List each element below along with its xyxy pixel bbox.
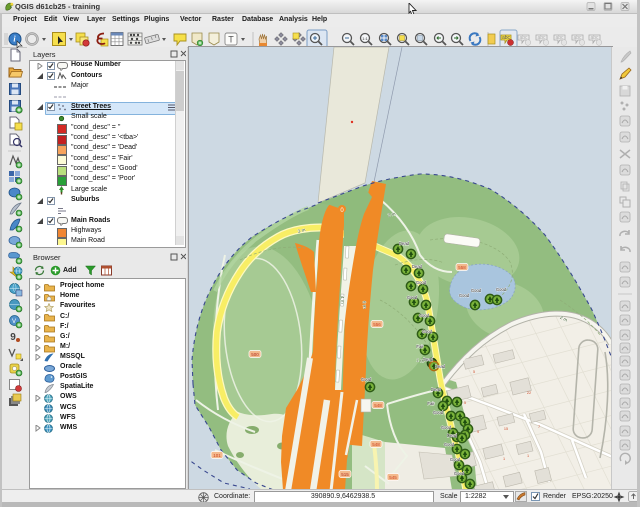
svg-text:548: 548 bbox=[374, 403, 382, 408]
svg-text:Fair: Fair bbox=[427, 401, 435, 406]
svg-text:Good: Good bbox=[441, 425, 452, 430]
svg-text:1: 1 bbox=[527, 454, 529, 458]
svg-text:Good: Good bbox=[419, 313, 430, 318]
svg-text:Good: Good bbox=[361, 377, 372, 382]
svg-text:556: 556 bbox=[373, 322, 381, 327]
svg-text:7: 7 bbox=[538, 425, 540, 429]
svg-text:Good: Good bbox=[422, 329, 433, 334]
svg-text:Good: Good bbox=[416, 280, 427, 285]
svg-text:548: 548 bbox=[372, 442, 380, 447]
svg-text:9: 9 bbox=[477, 430, 479, 434]
svg-text:T: T bbox=[228, 35, 234, 45]
svg-text:Good: Good bbox=[450, 457, 461, 462]
svg-text:Good: Good bbox=[444, 442, 455, 447]
svg-text:500: 500 bbox=[251, 352, 259, 357]
svg-text:4 m: 4 m bbox=[340, 296, 345, 304]
svg-text:558: 558 bbox=[458, 265, 466, 270]
svg-text:Good: Good bbox=[454, 471, 465, 476]
svg-text:Good: Good bbox=[471, 288, 482, 293]
svg-text:1: 1 bbox=[503, 457, 505, 461]
svg-text:V: V bbox=[12, 319, 16, 325]
svg-text:6 m: 6 m bbox=[362, 301, 368, 309]
svg-text:Dead: Dead bbox=[447, 433, 458, 438]
svg-text:515: 515 bbox=[341, 472, 349, 477]
svg-text:101: 101 bbox=[213, 453, 221, 458]
svg-text:1:1: 1:1 bbox=[362, 36, 368, 41]
svg-text:Good: Good bbox=[496, 287, 507, 292]
svg-text:15: 15 bbox=[504, 427, 508, 431]
svg-text:5: 5 bbox=[473, 370, 475, 374]
svg-text:9: 9 bbox=[10, 332, 16, 343]
svg-text:Fair: Fair bbox=[416, 344, 424, 349]
svg-text:Dead: Dead bbox=[399, 241, 410, 246]
svg-text:5: 5 bbox=[464, 401, 466, 405]
svg-text:Good: Good bbox=[407, 295, 418, 300]
svg-text:545: 545 bbox=[389, 475, 397, 480]
svg-text:Dead: Dead bbox=[435, 364, 446, 369]
svg-text:Dead: Dead bbox=[412, 264, 423, 269]
svg-text:Good: Good bbox=[459, 293, 470, 298]
svg-text:22: 22 bbox=[527, 391, 531, 395]
svg-text:Dead: Dead bbox=[431, 387, 442, 392]
svg-text:Good: Good bbox=[433, 410, 444, 415]
